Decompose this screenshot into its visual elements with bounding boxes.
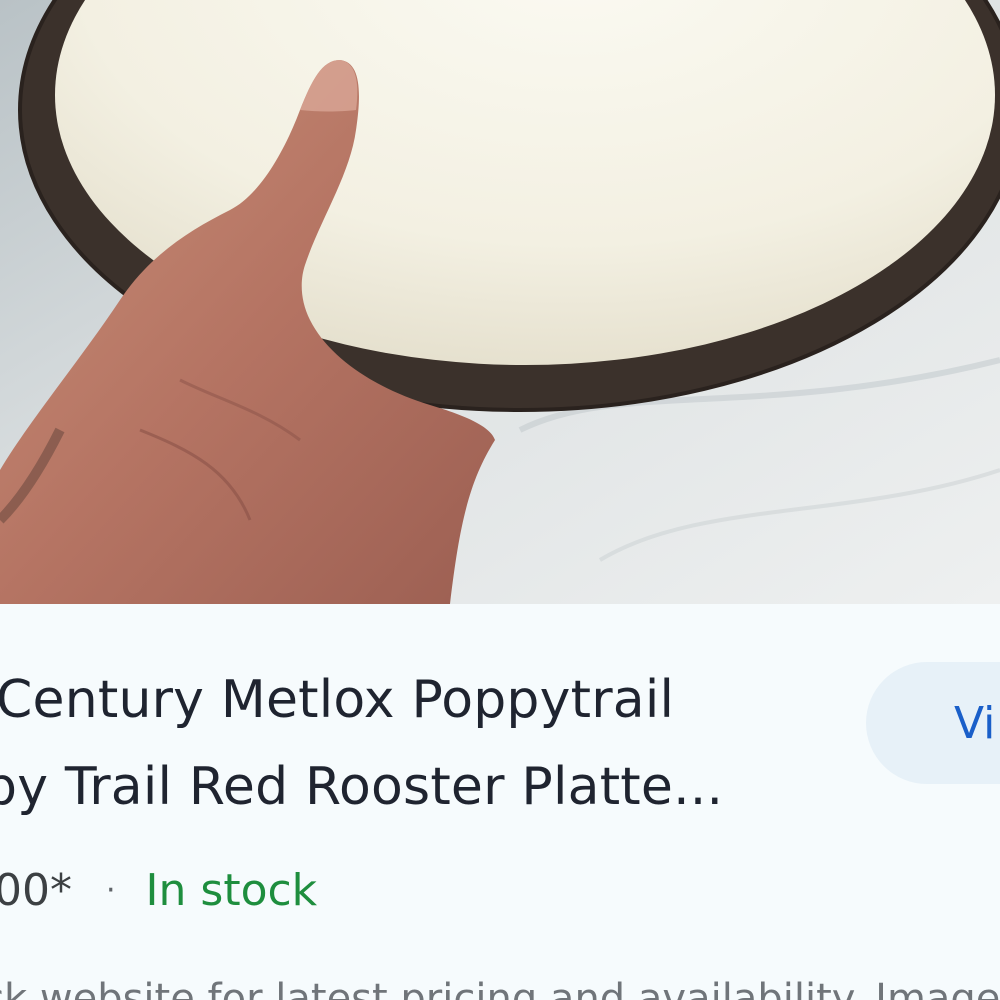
product-title-line-1[interactable]: Century Metlox Poppytrail (0, 670, 674, 730)
price-availability-row: 00* · In stock (0, 865, 317, 916)
product-result-page: Century Metlox Poppytrail py Trail Red R… (0, 0, 1000, 1000)
pricing-disclaimer: ck website for latest pricing and availa… (0, 976, 1000, 1000)
product-title-line-2[interactable]: py Trail Red Rooster Platte... (0, 757, 723, 817)
plate-photo-illustration (0, 0, 1000, 604)
in-stock-status: In stock (145, 865, 318, 916)
product-image[interactable] (0, 0, 1000, 604)
product-price: 00* (0, 865, 72, 916)
visit-site-button[interactable]: Vi (866, 662, 1000, 784)
separator-dot: · (106, 873, 116, 908)
